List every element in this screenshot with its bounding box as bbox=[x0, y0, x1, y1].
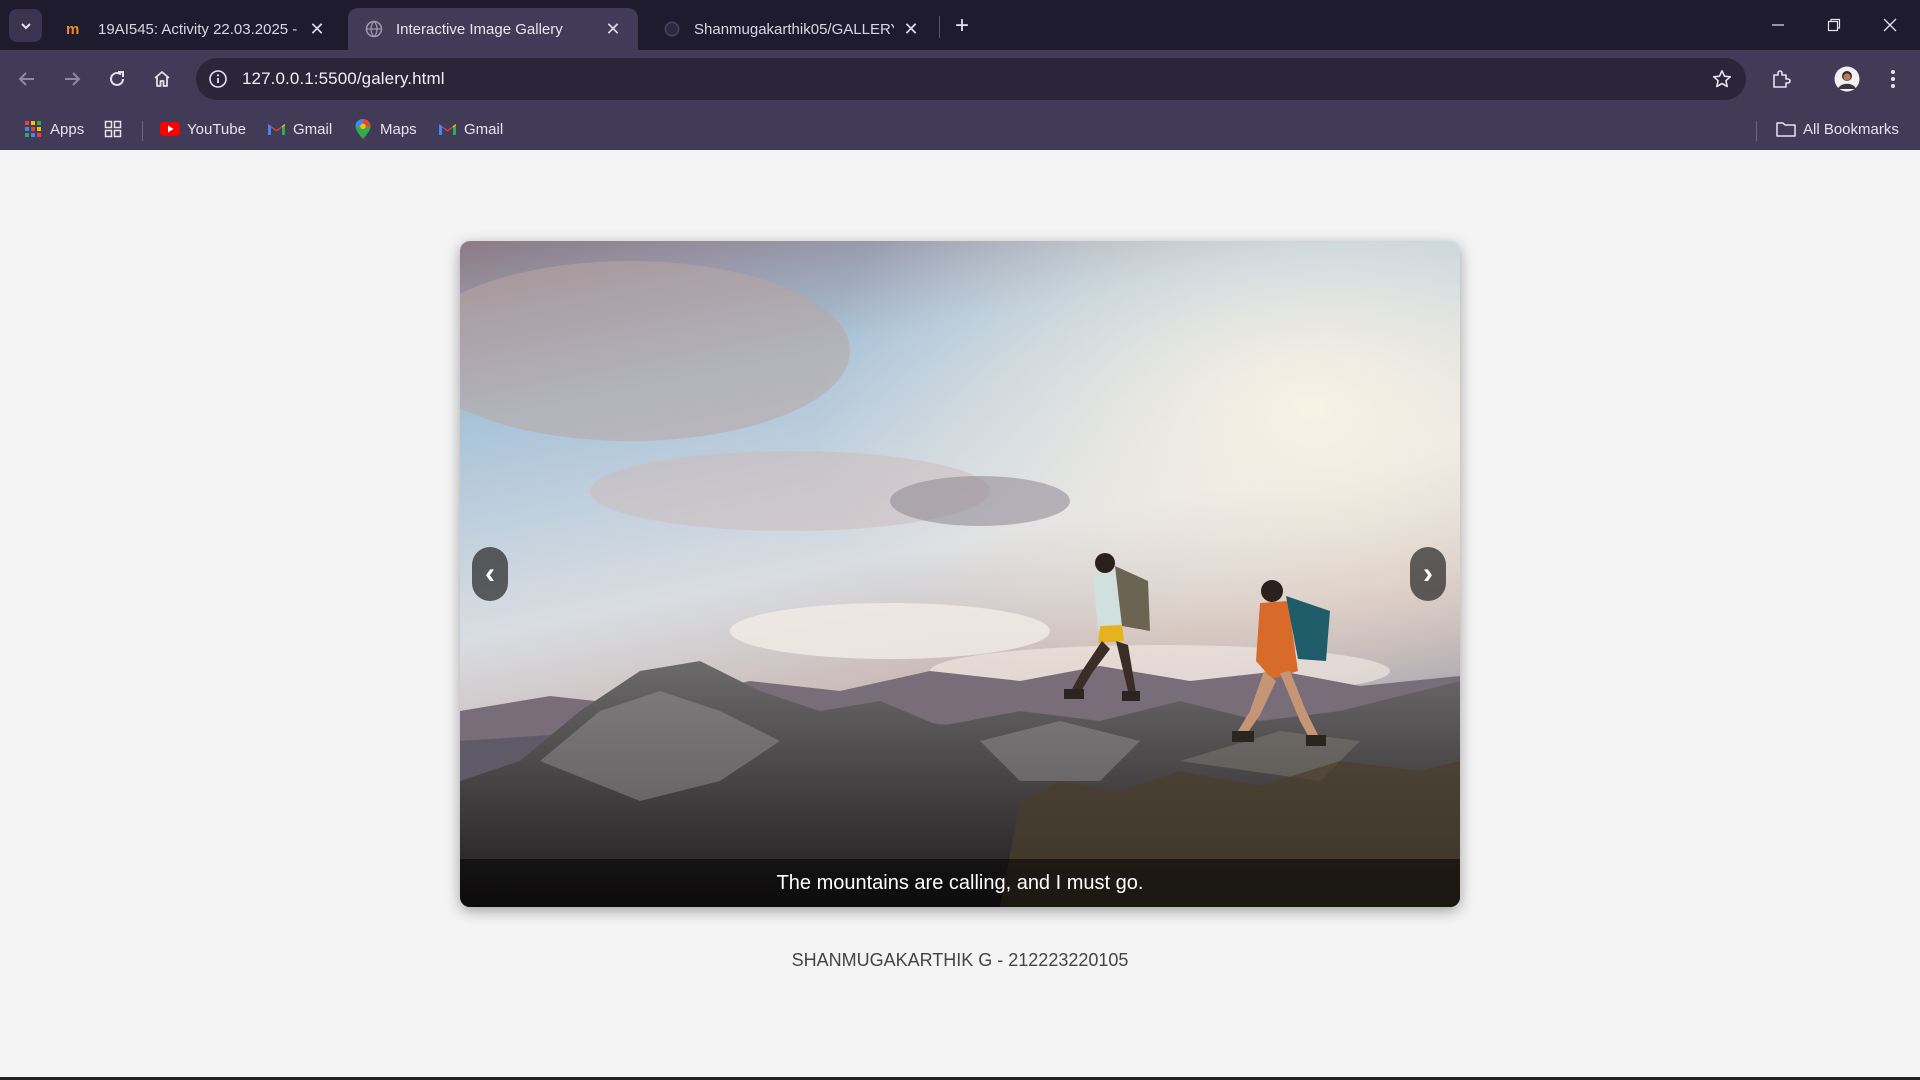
tab-title: Shanmugakarthik05/GALLERY bbox=[694, 20, 894, 38]
bookmark-label: Maps bbox=[380, 120, 417, 138]
puzzle-icon bbox=[1773, 70, 1791, 88]
reload-icon bbox=[110, 71, 124, 86]
gmail-icon bbox=[266, 119, 286, 139]
gallery-image bbox=[460, 241, 1460, 907]
info-icon bbox=[209, 70, 227, 88]
bookmark-label: Gmail bbox=[464, 120, 504, 138]
gmail-icon bbox=[437, 119, 457, 139]
arrow-left-icon bbox=[18, 72, 34, 86]
close-icon bbox=[1883, 18, 1897, 32]
all-bookmarks-label: All Bookmarks bbox=[1803, 120, 1899, 138]
extensions-button[interactable] bbox=[1764, 62, 1798, 96]
reload-button[interactable] bbox=[100, 62, 134, 96]
bookmark-maps[interactable]: Maps bbox=[353, 116, 417, 142]
tab-groups-button[interactable] bbox=[103, 116, 130, 142]
bookmark-separator bbox=[142, 121, 143, 141]
page-content: ‹ › The mountains are calling, and I mus… bbox=[0, 150, 1920, 1077]
image-gallery: ‹ › The mountains are calling, and I mus… bbox=[460, 241, 1460, 907]
new-tab-button[interactable]: + bbox=[948, 12, 976, 40]
next-image-button[interactable]: › bbox=[1410, 547, 1446, 601]
minimize-icon bbox=[1772, 24, 1784, 26]
home-icon bbox=[154, 71, 170, 87]
browser-toolbar: 127.0.0.1:5500/galery.html bbox=[0, 50, 1920, 108]
url-text[interactable]: 127.0.0.1:5500/galery.html bbox=[242, 69, 445, 89]
apps-grid-icon bbox=[23, 119, 43, 139]
maps-icon bbox=[353, 119, 373, 139]
svg-text:m: m bbox=[66, 21, 79, 37]
all-bookmarks-button[interactable]: All Bookmarks bbox=[1776, 116, 1899, 142]
tab-separator bbox=[939, 16, 940, 38]
tab-strip: m 19AI545: Activity 22.03.2025 - E ✕ Int… bbox=[0, 0, 1920, 50]
more-vertical-icon bbox=[1891, 70, 1895, 88]
tab-title: 19AI545: Activity 22.03.2025 - E bbox=[98, 20, 300, 38]
profile-avatar-button[interactable] bbox=[1830, 62, 1864, 96]
site-info-button[interactable] bbox=[202, 63, 234, 95]
tab-title: Interactive Image Gallery bbox=[396, 20, 563, 38]
image-caption: The mountains are calling, and I must go… bbox=[460, 859, 1460, 907]
bookmark-label: YouTube bbox=[187, 120, 246, 138]
grid-icon bbox=[103, 119, 123, 139]
home-button[interactable] bbox=[145, 62, 179, 96]
bookmark-separator bbox=[1756, 121, 1757, 141]
youtube-icon bbox=[160, 119, 180, 139]
tab-gallery[interactable]: Interactive Image Gallery ✕ bbox=[348, 8, 638, 50]
minimize-button[interactable] bbox=[1750, 0, 1806, 50]
tab-github[interactable]: Shanmugakarthik05/GALLERY ✕ bbox=[646, 8, 936, 50]
restore-button[interactable] bbox=[1806, 0, 1862, 50]
folder-icon bbox=[1776, 119, 1796, 139]
menu-button[interactable] bbox=[1876, 62, 1910, 96]
footer-credit: SHANMUGAKARTHIK G - 212223220105 bbox=[791, 950, 1129, 970]
back-button[interactable] bbox=[10, 62, 44, 96]
tab-search-button[interactable] bbox=[9, 9, 42, 42]
bookmark-star-button[interactable] bbox=[1710, 67, 1734, 91]
bookmark-label: Gmail bbox=[293, 120, 333, 138]
restore-icon bbox=[1827, 18, 1841, 32]
forward-button[interactable] bbox=[55, 62, 89, 96]
tab-activity[interactable]: m 19AI545: Activity 22.03.2025 - E ✕ bbox=[50, 8, 342, 50]
bookmarks-bar: Apps YouTube Gmail Maps Gmail All Bookma… bbox=[0, 108, 1920, 150]
close-tab-icon[interactable]: ✕ bbox=[306, 18, 328, 40]
close-tab-icon[interactable]: ✕ bbox=[900, 18, 922, 40]
github-favicon-icon bbox=[662, 19, 682, 39]
arrow-right-icon bbox=[65, 72, 81, 86]
close-window-button[interactable] bbox=[1862, 0, 1918, 50]
address-bar[interactable]: 127.0.0.1:5500/galery.html bbox=[196, 58, 1746, 100]
bookmark-youtube[interactable]: YouTube bbox=[160, 116, 246, 142]
chevron-down-icon bbox=[20, 22, 31, 29]
globe-favicon-icon bbox=[364, 19, 384, 39]
avatar bbox=[1834, 66, 1860, 92]
bookmark-label: Apps bbox=[50, 120, 85, 138]
moodle-favicon-icon: m bbox=[66, 19, 86, 39]
prev-image-button[interactable]: ‹ bbox=[472, 547, 508, 601]
close-tab-icon[interactable]: ✕ bbox=[602, 18, 624, 40]
bookmark-gmail[interactable]: Gmail bbox=[266, 116, 332, 142]
bookmark-apps[interactable]: Apps bbox=[23, 116, 84, 142]
star-icon bbox=[1712, 70, 1732, 88]
bookmark-gmail[interactable]: Gmail bbox=[437, 116, 503, 142]
